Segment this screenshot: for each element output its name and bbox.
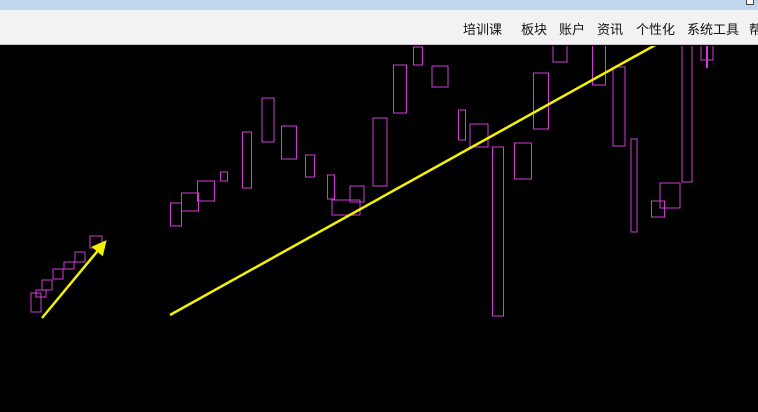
candle[interactable] [681,46,693,183]
candlestick-chart[interactable] [0,46,758,412]
candle[interactable] [492,146,504,317]
menu-item-account[interactable]: 账户 [559,19,585,38]
candle[interactable] [612,66,626,147]
menu-item-news[interactable]: 资讯 [597,19,623,38]
candle[interactable] [261,97,275,143]
candle[interactable] [630,138,638,233]
candle[interactable] [197,180,215,202]
candle[interactable] [305,154,315,178]
candle[interactable] [651,200,665,218]
candle[interactable] [458,109,466,141]
candle[interactable] [181,192,199,212]
candle[interactable] [242,131,252,189]
menu-divider [0,44,758,45]
candle[interactable] [514,142,532,180]
candle[interactable] [63,261,75,270]
candle[interactable] [170,202,182,227]
candle[interactable] [220,171,228,182]
menu-item-personalize[interactable]: 个性化 [636,19,675,38]
candle[interactable] [41,279,53,291]
menu-item-help[interactable]: 帮 [749,19,758,38]
candle[interactable] [327,174,335,200]
candle[interactable] [281,125,297,160]
candle[interactable] [659,182,681,209]
kline-chart-area[interactable] [0,46,758,412]
menu-item-system-tools[interactable]: 系统工具 [687,19,739,38]
candle[interactable] [393,64,407,114]
candle[interactable] [74,251,86,263]
candle[interactable] [52,268,64,280]
candle[interactable] [552,46,568,63]
candle[interactable] [413,46,423,66]
candle[interactable] [431,65,449,88]
menu-item-training[interactable]: 培训课 [463,19,502,38]
candle[interactable] [372,117,388,187]
restore-window-icon[interactable] [746,0,754,5]
window-title-bar [0,0,758,10]
menu-bar: 培训课 板块 账户 资讯 个性化 系统工具 帮 [0,10,758,45]
menu-item-sectors[interactable]: 板块 [521,19,547,38]
candle[interactable] [533,72,549,130]
